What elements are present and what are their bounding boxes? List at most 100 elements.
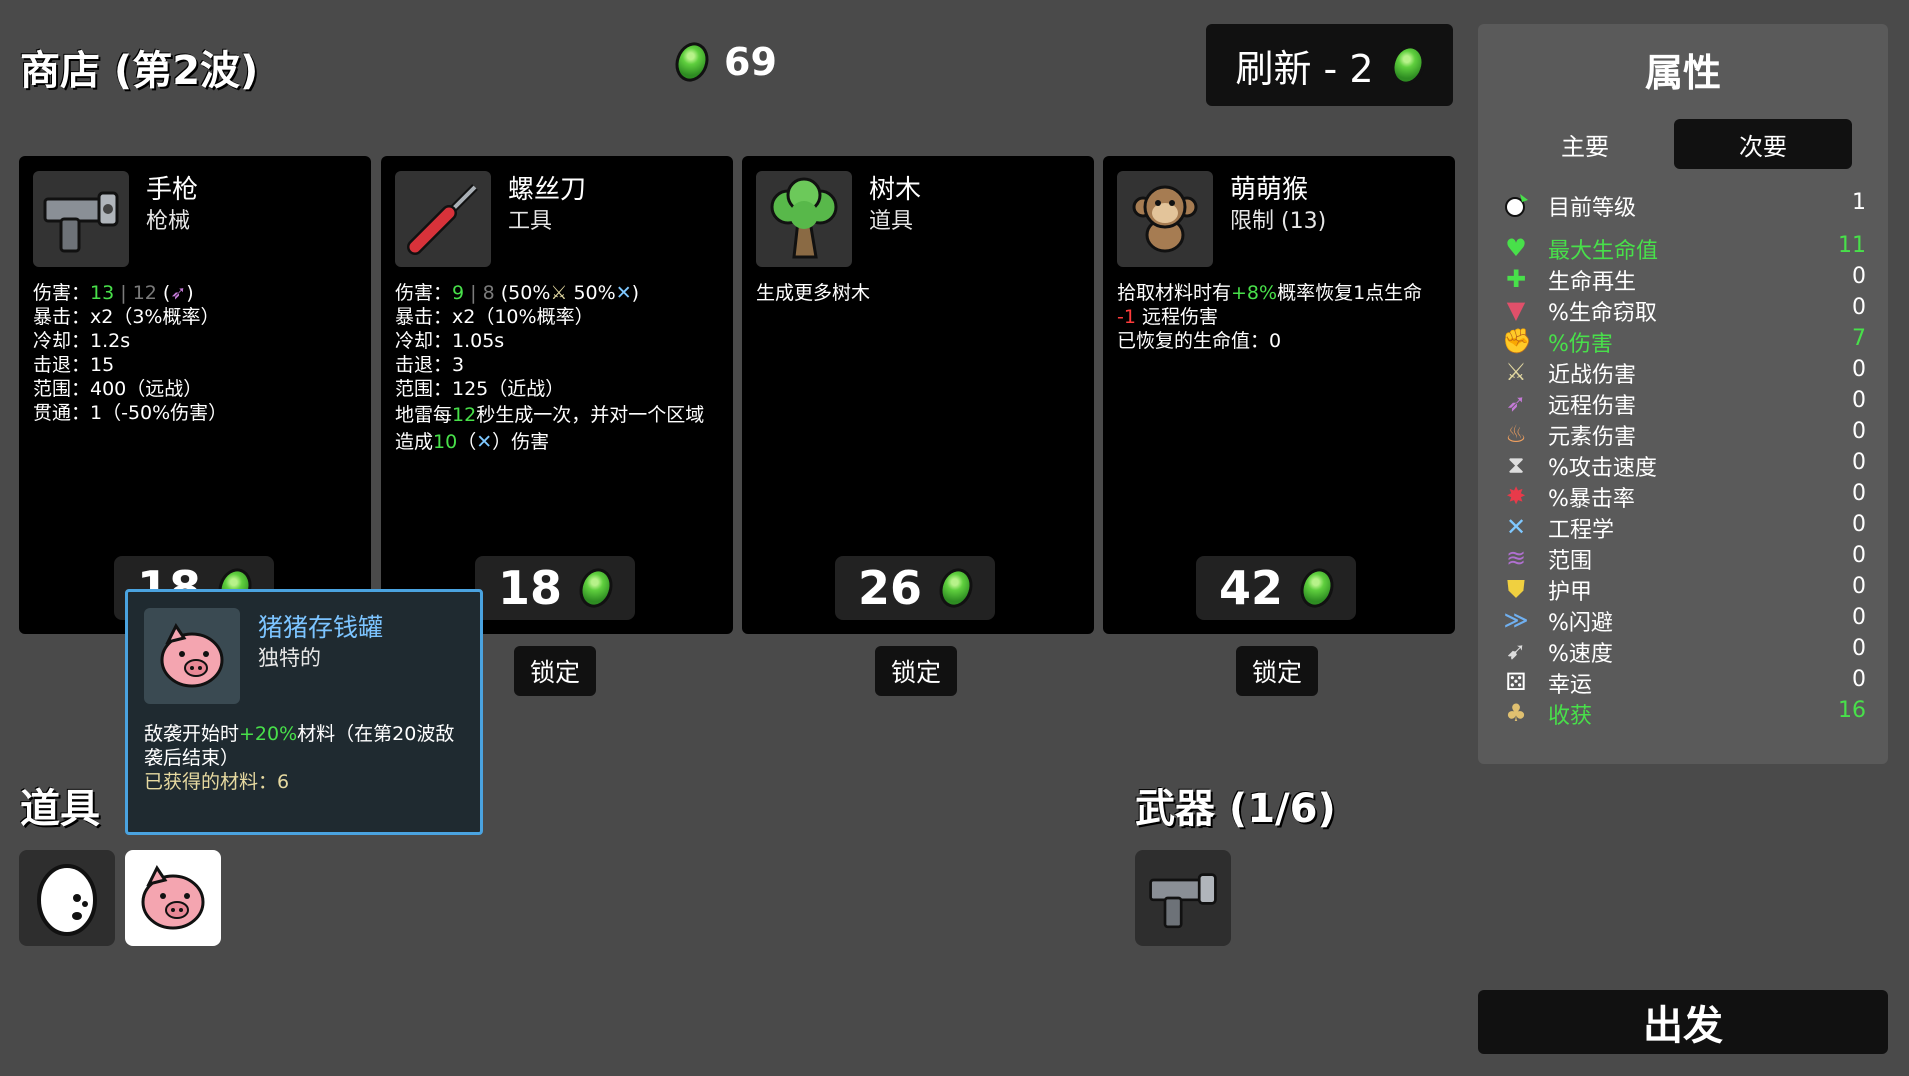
stat-value: 0	[1852, 667, 1866, 692]
materials-count: 69	[724, 40, 777, 84]
pistol-icon	[33, 171, 129, 267]
stat-label: 生命再生	[1548, 270, 1637, 295]
stat-label: 最大生命值	[1548, 239, 1659, 264]
stat-row: ⚄ 幸运 0	[1478, 667, 1888, 698]
lock-button[interactable]: 锁定	[1236, 646, 1318, 696]
stat-label: %生命窃取	[1548, 301, 1657, 326]
stat-row: ⚔ 近战伤害 0	[1478, 357, 1888, 388]
item-slot-potato[interactable]	[19, 850, 115, 946]
stat-value: 0	[1852, 295, 1866, 320]
go-button-label: 出发	[1643, 1003, 1723, 1049]
item-description: 拾取材料时有+8%概率恢复1点生命 -1 远程伤害 已恢复的生命值：0	[1117, 282, 1423, 352]
stat-label: 幸运	[1548, 673, 1593, 698]
shop-card-pistol[interactable]: 手枪 枪械 伤害：13 | 12 (➶) 暴击：x2（3%概率） 冷却：1.2s…	[19, 156, 371, 634]
stat-value: 7	[1852, 326, 1866, 351]
tree-icon	[756, 171, 852, 267]
engineering-icon: ✕	[1505, 513, 1527, 541]
material-icon	[574, 563, 618, 613]
lifesteal-icon: ▼	[1506, 296, 1526, 324]
shop-card-screwdriver[interactable]: 螺丝刀 工具 伤害：9 | 8 (50%⚔ 50%✕) 暴击：x2（10%概率）…	[381, 156, 733, 634]
stat-value: 0	[1852, 357, 1866, 382]
stat-value: 0	[1852, 264, 1866, 289]
stat-label: %暴击率	[1548, 487, 1635, 512]
regen-icon: ✚	[1505, 265, 1527, 293]
stats-title: 属性	[1644, 51, 1721, 95]
engineering-scaling-icon: ✕	[476, 431, 493, 453]
stat-value: 11	[1838, 233, 1866, 258]
stat-row: ≫ %闪避 0	[1478, 605, 1888, 636]
item-type: 道具	[869, 209, 914, 234]
stat-row: ✸ %暴击率 0	[1478, 481, 1888, 512]
lock-button[interactable]: 锁定	[875, 646, 957, 696]
stat-value: 0	[1852, 450, 1866, 475]
material-icon	[670, 37, 714, 87]
ranged-scaling-icon: ➶	[170, 282, 187, 304]
stat-label: 范围	[1548, 549, 1593, 574]
stat-row: ✊ %伤害 7	[1478, 326, 1888, 357]
stat-label: 近战伤害	[1548, 363, 1637, 388]
stat-row: ♨ 元素伤害 0	[1478, 419, 1888, 450]
item-slot-piggy-bank[interactable]	[125, 850, 221, 946]
stat-row: ✕ 工程学 0	[1478, 512, 1888, 543]
shop-card-tree[interactable]: 树木 道具 生成更多树木 26	[742, 156, 1094, 634]
stat-label: 工程学	[1548, 518, 1615, 543]
melee-scaling-icon: ⚔	[550, 282, 568, 304]
go-button[interactable]: 出发	[1478, 990, 1888, 1054]
screwdriver-icon	[395, 171, 491, 267]
stats-panel: 属性 主要 次要 目前等级 1 ♥ 最大生命值 11 ✚ 生命再生 0 ▼ %生命窃取 0 ✊ %伤…	[1478, 24, 1888, 764]
stat-label: %闪避	[1548, 611, 1613, 636]
attack-speed-icon: ⧗	[1507, 451, 1525, 479]
price-tag[interactable]: 26	[835, 556, 995, 620]
melee-icon: ⚔	[1505, 358, 1527, 386]
level-icon	[1505, 194, 1528, 217]
tooltip-description: 敌袭开始时+20%材料（在第20波敌袭后结束） 已获得的材料：6	[144, 722, 470, 794]
price-tag[interactable]: 42	[1196, 556, 1356, 620]
stat-label: 元素伤害	[1548, 425, 1637, 450]
stat-value: 0	[1852, 388, 1866, 413]
item-stats: 伤害：9 | 8 (50%⚔ 50%✕) 暴击：x2（10%概率） 冷却：1.0…	[395, 282, 705, 453]
lock-button[interactable]: 锁定	[514, 646, 596, 696]
crit-icon: ✸	[1505, 482, 1527, 510]
stat-row: ⧗ %攻击速度 0	[1478, 450, 1888, 481]
ranged-icon: ➶	[1505, 389, 1527, 417]
shop-title: 商店 (第2波)	[20, 48, 259, 94]
stat-row: ⛊ 护甲 0	[1478, 574, 1888, 605]
stat-value: 0	[1852, 543, 1866, 568]
harvest-icon: ♣	[1505, 699, 1527, 727]
weapon-slot-pistol[interactable]	[1135, 850, 1231, 946]
tab-secondary[interactable]: 次要	[1674, 119, 1852, 169]
tooltip-item-rarity: 独特的	[258, 646, 321, 670]
items-section-title: 道具	[20, 786, 100, 832]
reroll-label: 刷新 - 2	[1235, 46, 1374, 91]
item-tooltip: 猪猪存钱罐 独特的 敌袭开始时+20%材料（在第20波敌袭后结束） 已获得的材料…	[125, 589, 483, 835]
stat-label: 收获	[1548, 704, 1593, 729]
material-icon	[1385, 40, 1430, 90]
material-icon	[1295, 563, 1339, 613]
stat-label: %伤害	[1548, 332, 1613, 357]
stat-row: ≋ 范围 0	[1478, 543, 1888, 574]
item-name: 手枪	[146, 175, 199, 205]
stat-value: 0	[1852, 636, 1866, 661]
tab-primary[interactable]: 主要	[1496, 119, 1674, 169]
armor-icon: ⛊	[1507, 575, 1525, 603]
potato-icon	[37, 864, 97, 936]
stat-label: 护甲	[1548, 580, 1593, 605]
item-type: 枪械	[146, 209, 191, 234]
stat-row: ✚ 生命再生 0	[1478, 264, 1888, 295]
stat-label: 远程伤害	[1548, 394, 1637, 419]
weapons-section-title: 武器 (1/6)	[1135, 786, 1336, 832]
reroll-button[interactable]: 刷新 - 2	[1206, 24, 1453, 106]
price-tag[interactable]: 18	[475, 556, 635, 620]
stat-value: 16	[1838, 698, 1866, 723]
tooltip-gained: 已获得的材料：6	[144, 771, 290, 793]
stat-row: ▼ %生命窃取 0	[1478, 295, 1888, 326]
stat-value: 0	[1852, 574, 1866, 599]
stat-row: ➹ %速度 0	[1478, 636, 1888, 667]
shop-card-monkey[interactable]: 萌萌猴 限制 (13) 拾取材料时有+8%概率恢复1点生命 -1 远程伤害 已恢…	[1103, 156, 1455, 634]
stat-value: 0	[1852, 419, 1866, 444]
material-icon	[934, 563, 978, 613]
stat-row: ♥ 最大生命值 11	[1478, 233, 1888, 264]
item-name: 树木	[869, 175, 922, 205]
stat-value: 0	[1852, 512, 1866, 537]
stat-row-level: 目前等级 1	[1478, 190, 1888, 221]
